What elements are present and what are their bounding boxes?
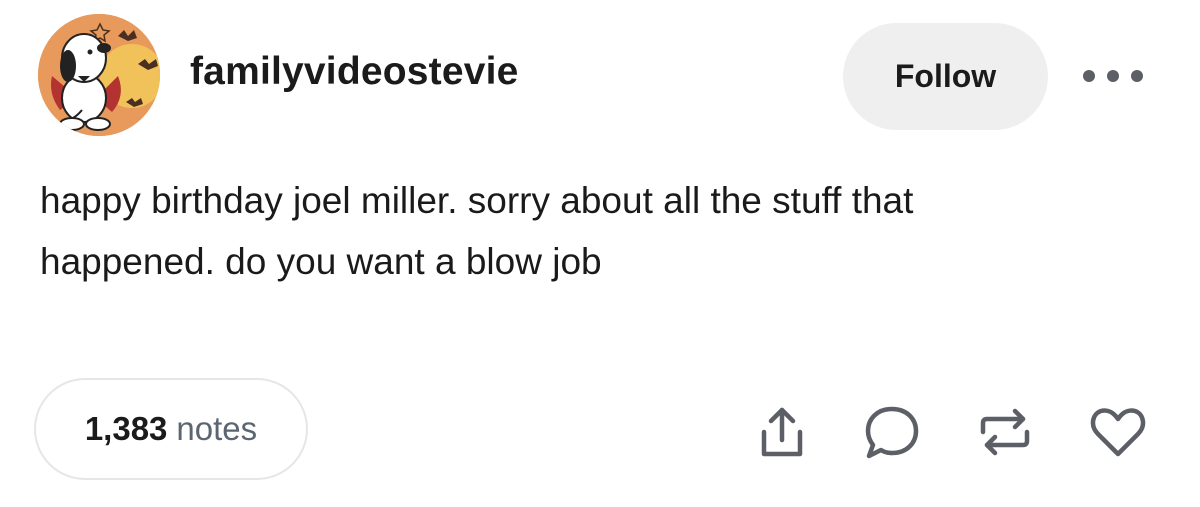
post-text-line: happy birthday joel miller. sorry about … <box>40 180 914 221</box>
reply-icon[interactable] <box>862 402 922 462</box>
snoopy-vampire-image <box>38 14 160 136</box>
post-text-line: happened. do you want a blow job <box>40 241 602 282</box>
dot <box>1107 70 1119 82</box>
post-body: happy birthday joel miller. sorry about … <box>40 170 1160 292</box>
like-icon[interactable] <box>1088 402 1148 462</box>
share-icon[interactable] <box>752 402 812 462</box>
notes-count: 1,383 <box>84 410 168 447</box>
follow-button[interactable]: Follow <box>843 23 1048 130</box>
reblog-icon[interactable] <box>975 402 1035 462</box>
dot <box>1083 70 1095 82</box>
notes-label: notes <box>176 410 258 447</box>
avatar[interactable] <box>38 14 160 136</box>
username[interactable]: familyvideostevie <box>190 50 519 94</box>
more-options-icon[interactable] <box>1083 64 1143 88</box>
notes-button[interactable]: 1,383 notes <box>34 378 308 480</box>
dot <box>1131 70 1143 82</box>
